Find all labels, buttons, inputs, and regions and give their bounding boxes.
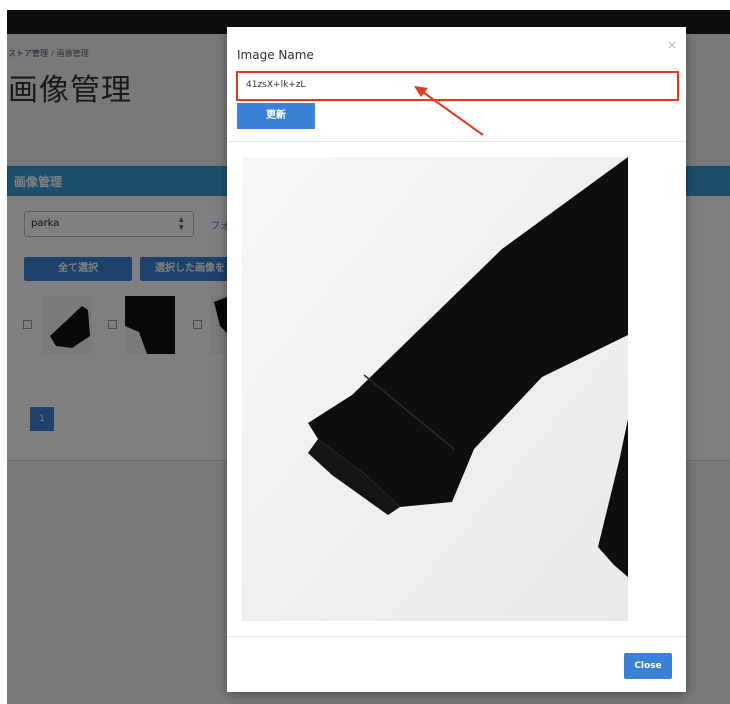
product-image	[242, 157, 628, 621]
modal-divider	[227, 141, 686, 142]
top-margin	[0, 0, 730, 10]
close-button[interactable]: Close	[624, 653, 672, 679]
image-name-label: Image Name	[237, 48, 314, 62]
modal-divider	[227, 636, 686, 637]
image-name-input[interactable]: 41zsX+lk+zL	[236, 71, 679, 101]
close-icon[interactable]: ×	[667, 38, 677, 52]
update-button[interactable]: 更新	[237, 103, 315, 129]
